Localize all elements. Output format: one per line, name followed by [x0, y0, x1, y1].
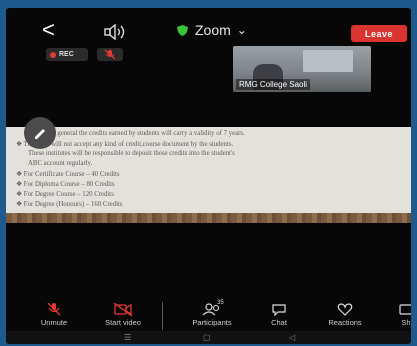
participants-icon-group: 35 — [199, 300, 225, 316]
muted-indicator — [97, 48, 123, 61]
chat-icon — [272, 304, 286, 316]
slide-line: These institutes will be responsible to … — [28, 150, 235, 157]
slide-line: ABC account regularly. — [28, 160, 93, 167]
slide-line: ❖ For Certificate Course – 40 Credits — [16, 171, 120, 178]
back-icon[interactable]: ◁ — [289, 334, 295, 342]
share-button[interactable]: Sh — [396, 303, 411, 327]
slide-line: ❖ For Degree Course – 120 Credits — [16, 191, 114, 198]
participants-label: Participants — [192, 318, 232, 327]
shield-icon — [177, 24, 188, 36]
mic-muted-icon — [47, 303, 61, 316]
chat-label: Chat — [271, 318, 287, 327]
reactions-button[interactable]: Reactions — [321, 303, 369, 327]
participant-video-thumbnail[interactable]: RMG College Saoli — [233, 46, 371, 92]
heart-icon — [337, 303, 353, 316]
video-off-icon — [113, 303, 133, 316]
shared-screen-slide: In general the credits earned by student… — [6, 127, 411, 213]
meeting-title[interactable]: Zoom ⌄ — [176, 22, 247, 38]
top-bar: < Zoom ⌄ Leave — [6, 8, 411, 50]
slide-line: ❖ For Degree (Honours) – 160 Credits — [16, 201, 123, 208]
recording-label: REC — [59, 51, 74, 58]
mic-muted-icon — [104, 49, 116, 60]
participants-count: 35 — [217, 300, 224, 306]
start-video-label: Start video — [105, 318, 141, 327]
pencil-icon — [35, 129, 45, 139]
video-board — [303, 50, 353, 72]
start-video-button[interactable]: Start video — [92, 303, 154, 327]
recent-apps-icon[interactable]: ☰ — [124, 334, 131, 342]
reactions-label: Reactions — [328, 318, 362, 327]
speaker-icon[interactable] — [104, 24, 130, 40]
zoom-meeting-screen: < Zoom ⌄ Leave REC RMG College Saoli In … — [6, 8, 411, 344]
unmute-label: Unmute — [40, 318, 68, 327]
annotate-pencil-button[interactable] — [24, 117, 56, 149]
slide-line: In general the credits earned by student… — [50, 130, 245, 137]
video-bottom-strip — [6, 213, 411, 223]
chevron-down-icon: ⌄ — [236, 23, 247, 37]
share-label: Sh — [401, 318, 411, 327]
toolbar-divider — [162, 302, 163, 330]
record-dot-icon — [50, 51, 56, 58]
participant-name: RMG College Saoli — [236, 79, 311, 90]
unmute-button[interactable]: Unmute — [34, 303, 74, 327]
meeting-title-text: Zoom — [195, 22, 231, 38]
slide-line: ❖ For Diploma Course – 80 Credits — [16, 181, 115, 188]
bottom-toolbar: Unmute Start video 35 Participants Chat … — [6, 300, 411, 331]
leave-button[interactable]: Leave — [351, 25, 407, 42]
participants-button[interactable]: 35 Participants — [176, 300, 248, 327]
device-frame: < Zoom ⌄ Leave REC RMG College Saoli In … — [0, 0, 417, 346]
recording-badge: REC — [46, 48, 88, 61]
back-chevron-icon[interactable]: < — [42, 19, 55, 41]
home-icon[interactable]: ▢ — [203, 334, 211, 342]
share-icon — [399, 304, 411, 315]
android-navigation-bar: ☰ ▢ ◁ — [6, 331, 411, 344]
chat-button[interactable]: Chat — [264, 303, 294, 327]
